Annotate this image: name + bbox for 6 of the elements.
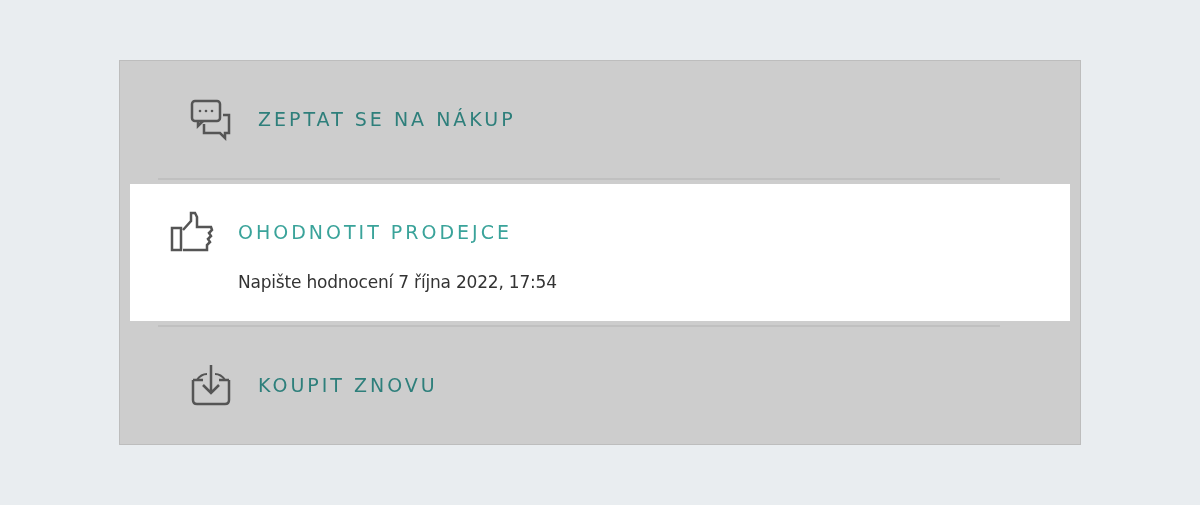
thumbs-up-icon (168, 209, 216, 254)
action-link[interactable]: KOUPIT ZNOVU (258, 371, 438, 400)
action-link[interactable]: ZEPTAT SE NA NÁKUP (258, 105, 516, 134)
action-link[interactable]: OHODNOTIT PRODEJCE (238, 217, 512, 246)
review-prompt: Napište hodnocení 7 října 2022, 17:54 (238, 270, 558, 294)
action-item[interactable]: OHODNOTIT PRODEJCE Napište hodnocení 7 října 2022, 17:54 (130, 184, 1070, 321)
